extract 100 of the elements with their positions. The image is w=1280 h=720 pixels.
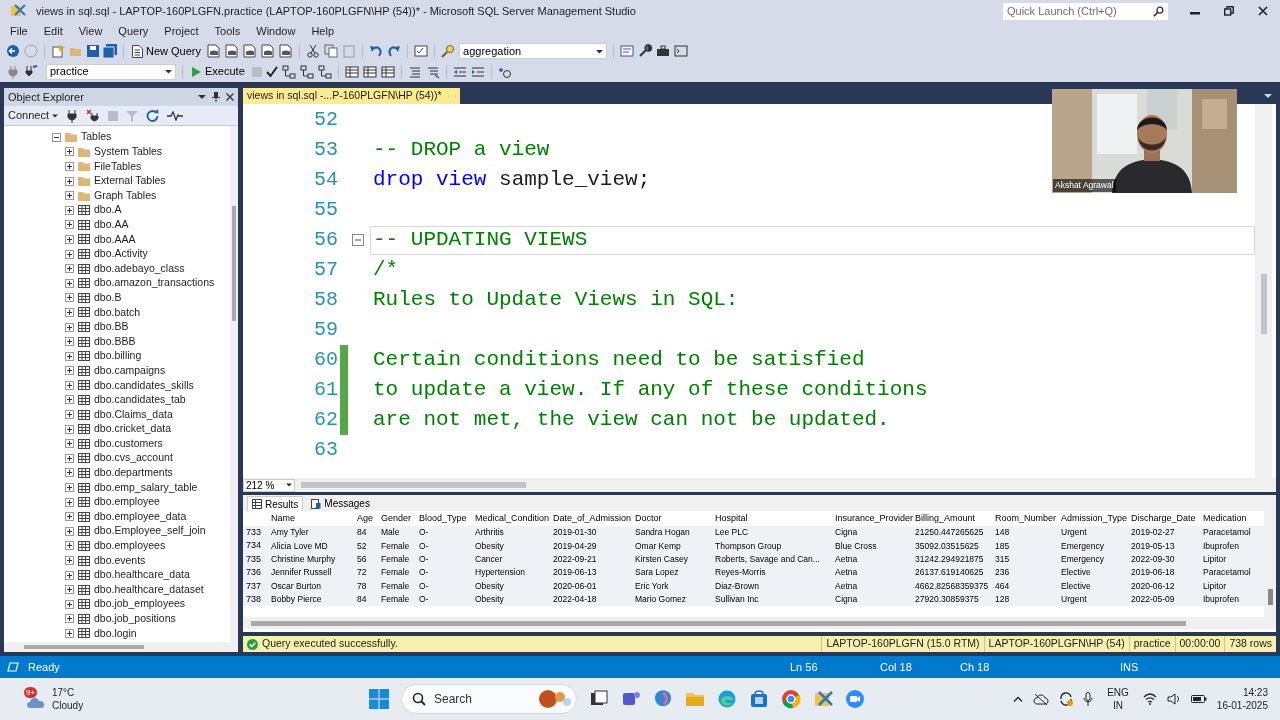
new-project-icon[interactable] [51, 44, 65, 58]
results-tab[interactable]: Results [247, 496, 304, 511]
tree-item[interactable]: dbo.AA [94, 217, 129, 233]
expand-icon[interactable] [65, 380, 74, 390]
dropdown-arrow-icon[interactable] [198, 93, 206, 101]
column-header[interactable]: Gender [378, 512, 416, 526]
decrease-indent-icon[interactable] [452, 64, 467, 79]
expand-icon[interactable] [65, 220, 74, 230]
column-header[interactable]: Hospital [712, 512, 832, 526]
copy-icon[interactable] [324, 44, 339, 58]
column-header[interactable]: Medical_Condition [472, 512, 550, 526]
back-icon[interactable] [6, 44, 20, 58]
scrollbar-thumb[interactable] [24, 645, 144, 649]
column-header[interactable]: Name [268, 512, 354, 526]
expand-icon[interactable] [65, 453, 74, 463]
zoom-app-icon[interactable] [845, 689, 865, 709]
database-query-icon[interactable] [207, 44, 222, 58]
scrollbar[interactable] [1255, 104, 1272, 478]
language-indicator[interactable]: ENG [1107, 686, 1129, 699]
uncomment-icon[interactable] [425, 64, 440, 79]
expand-icon[interactable] [65, 570, 74, 580]
expand-icon[interactable] [65, 264, 74, 274]
disconnect-icon[interactable] [86, 108, 100, 123]
tree-item[interactable]: dbo.cvs_account [94, 450, 173, 467]
tree-item[interactable]: dbo.adebayo_class [94, 260, 185, 277]
tree-item[interactable]: dbo.departments [94, 465, 173, 481]
expand-icon[interactable] [65, 366, 74, 376]
column-header[interactable]: Insurance_Provider [832, 512, 912, 526]
tree-item[interactable]: dbo.Employee_self_join [94, 523, 206, 540]
tree-item[interactable]: dbo.B [94, 289, 122, 306]
tree-item[interactable]: dbo.cricket_data [94, 421, 172, 438]
checkmark-icon[interactable] [265, 65, 278, 78]
undo-icon[interactable] [369, 44, 384, 58]
microphone-icon[interactable] [1083, 692, 1094, 706]
edge-icon[interactable] [717, 689, 737, 709]
tree-item[interactable]: dbo.Claims_data [94, 406, 173, 423]
expand-icon[interactable] [65, 395, 74, 405]
column-header[interactable]: Doctor [632, 512, 712, 526]
expand-icon[interactable] [65, 249, 74, 259]
search-dropdown[interactable]: aggregation [459, 43, 608, 59]
console-icon[interactable] [674, 44, 689, 58]
tree-item[interactable]: dbo.AAA [94, 231, 136, 248]
expand-icon[interactable] [65, 541, 74, 551]
database-dropdown[interactable]: practice [46, 63, 176, 80]
connect-button[interactable]: Connect [8, 107, 58, 124]
column-header[interactable]: Age [354, 512, 378, 526]
expand-icon[interactable] [65, 439, 74, 449]
expand-icon[interactable] [65, 526, 74, 536]
save-all-icon[interactable] [103, 44, 117, 58]
column-header[interactable]: Discharge_Date [1128, 512, 1200, 526]
increase-indent-icon[interactable] [470, 64, 485, 79]
tree-item[interactable]: FileTables [94, 158, 142, 175]
query-plan-icon[interactable] [299, 64, 314, 79]
results-option-icon[interactable] [380, 64, 395, 79]
column-header[interactable]: Date_of_Admission [550, 512, 632, 526]
column-header[interactable]: Medication [1200, 512, 1260, 526]
tree-item[interactable]: dbo.healthcare_data [94, 567, 190, 583]
tree-item[interactable]: System Tables [94, 144, 163, 160]
query-plan-icon[interactable] [317, 64, 332, 79]
speaker-icon[interactable] [1166, 693, 1181, 705]
query-plan-icon[interactable] [281, 64, 296, 79]
tree-item[interactable]: dbo.job_employees [94, 596, 186, 613]
expand-icon[interactable] [65, 191, 74, 201]
tree-item[interactable]: dbo.events [94, 552, 146, 569]
copilot-icon[interactable] [653, 689, 673, 709]
expand-icon[interactable] [65, 205, 74, 215]
execute-button[interactable]: Execute [189, 63, 248, 80]
clock-date[interactable]: 16-01-2025 [1216, 699, 1268, 712]
expand-icon[interactable] [65, 337, 74, 347]
database-query-icon[interactable] [279, 44, 294, 58]
expand-icon[interactable] [65, 410, 74, 420]
tree-item[interactable]: dbo.batch [94, 304, 141, 321]
expand-icon[interactable] [65, 293, 74, 303]
expand-icon[interactable] [65, 234, 74, 244]
activity-monitor-icon[interactable] [167, 110, 183, 121]
expand-icon[interactable] [65, 162, 74, 171]
results-option-icon[interactable] [362, 64, 377, 79]
expand-icon[interactable] [65, 629, 74, 638]
sync-icon[interactable] [1059, 692, 1074, 706]
tree-item[interactable]: dbo.Activity [94, 246, 148, 262]
cut-icon[interactable] [306, 44, 321, 58]
expand-icon[interactable] [65, 497, 74, 507]
language-indicator[interactable]: IN [1113, 699, 1123, 712]
database-query-icon[interactable] [243, 44, 258, 58]
results-tab[interactable]: Messages [307, 496, 374, 511]
redo-icon[interactable] [387, 44, 402, 58]
expand-icon[interactable] [65, 599, 74, 609]
tree-item[interactable]: External Tables [94, 173, 166, 189]
expand-icon[interactable] [65, 512, 74, 522]
tree-item[interactable]: dbo.emp_salary_table [94, 479, 198, 496]
menu-item[interactable]: Window [248, 23, 304, 40]
expand-icon[interactable] [65, 322, 74, 332]
tree-item[interactable]: dbo.candidates_tab [94, 392, 186, 408]
search-field[interactable]: Search [401, 684, 577, 714]
expand-icon[interactable] [65, 424, 74, 434]
column-header[interactable]: Room_Number [992, 512, 1058, 526]
tree-item[interactable]: Tables [81, 129, 112, 146]
menu-item[interactable]: Help [303, 23, 342, 40]
restore-icon[interactable] [1224, 6, 1234, 16]
results-option-icon[interactable] [344, 64, 359, 79]
